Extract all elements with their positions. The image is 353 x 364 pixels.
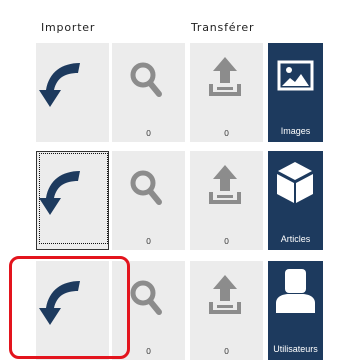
- curved-arrow-back-icon: [39, 281, 80, 325]
- search-images-button[interactable]: 0: [112, 43, 185, 142]
- search-articles-button[interactable]: 0: [112, 151, 185, 250]
- upload-users-button[interactable]: 0: [190, 261, 263, 360]
- articles-category[interactable]: Articles: [268, 151, 323, 250]
- upload-count: 0: [223, 129, 230, 138]
- search-count: 0: [145, 347, 152, 356]
- curved-arrow-back-icon: [39, 63, 80, 107]
- import-header: Importer: [41, 21, 96, 34]
- upload-tray-icon: [209, 57, 241, 96]
- upload-tray-icon: [209, 275, 241, 314]
- upload-count: 0: [223, 237, 230, 246]
- category-label: Utilisateurs: [273, 344, 318, 354]
- focus-outline: [39, 153, 108, 244]
- category-label: Articles: [280, 234, 311, 244]
- import-articles-button[interactable]: [36, 151, 109, 250]
- upload-articles-button[interactable]: 0: [190, 151, 263, 250]
- upload-count: 0: [223, 347, 230, 356]
- search-users-button[interactable]: 0: [112, 261, 185, 360]
- transfer-header: Transférer: [191, 21, 255, 34]
- magnifier-icon: [130, 62, 162, 97]
- category-label: Images: [280, 126, 311, 136]
- import-users-button[interactable]: [36, 261, 109, 360]
- images-row: 0 0 Images: [36, 43, 323, 142]
- images-category[interactable]: Images: [268, 43, 323, 142]
- upload-tray-icon: [209, 165, 241, 204]
- users-row: 0 0 Utilisateurs: [36, 261, 323, 360]
- search-count: 0: [145, 129, 152, 138]
- upload-images-button[interactable]: 0: [190, 43, 263, 142]
- magnifier-icon: [130, 280, 162, 315]
- users-category[interactable]: Utilisateurs: [268, 261, 323, 360]
- articles-row: 0 0 Articles: [36, 151, 323, 250]
- search-count: 0: [145, 237, 152, 246]
- import-images-button[interactable]: [36, 43, 109, 142]
- magnifier-icon: [130, 170, 162, 205]
